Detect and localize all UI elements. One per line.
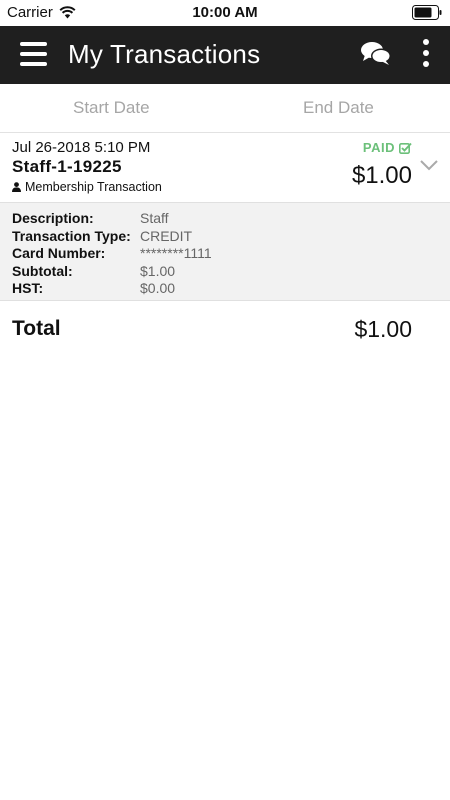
- detail-value: $1.00: [140, 262, 176, 279]
- chat-icon: [361, 42, 391, 65]
- transaction-id: Staff-1-19225: [12, 157, 122, 176]
- checkbox-checked-icon: [399, 142, 412, 154]
- detail-row-card-number: Card Number: ********1111: [12, 245, 432, 263]
- status-bar: Carrier 10:00 AM: [0, 0, 450, 26]
- start-date-field[interactable]: Start Date: [73, 98, 150, 118]
- detail-label: Description:: [12, 210, 94, 226]
- transaction-amount: $1.00: [351, 162, 412, 189]
- app-bar: My Transactions: [0, 26, 450, 84]
- total-amount: $1.00: [354, 316, 412, 342]
- transaction-details: Description: Staff Transaction Type: CRE…: [0, 202, 450, 301]
- status-label: PAID: [362, 140, 395, 155]
- more-options-button[interactable]: [419, 39, 433, 69]
- detail-value: Staff: [140, 210, 169, 226]
- menu-button[interactable]: [20, 42, 47, 66]
- transaction-date: Jul 26-2018 5:10 PM: [12, 139, 151, 156]
- detail-row-transaction-type: Transaction Type: CREDIT: [12, 228, 432, 246]
- more-vertical-icon-dot: [423, 61, 429, 67]
- page-title: My Transactions: [68, 39, 261, 69]
- detail-label: Transaction Type:: [12, 227, 131, 244]
- detail-label: Card Number:: [12, 245, 106, 261]
- detail-label: HST:: [12, 280, 44, 296]
- detail-row-description: Description: Staff: [12, 210, 432, 228]
- chevron-down-icon[interactable]: [419, 158, 439, 172]
- menu-icon: [20, 42, 47, 46]
- transaction-type: Membership Transaction: [12, 180, 162, 194]
- chat-button[interactable]: [360, 40, 392, 68]
- transaction-type-label: Membership Transaction: [25, 180, 162, 194]
- detail-value: $0.00: [140, 280, 176, 296]
- total-label: Total: [12, 317, 61, 340]
- menu-icon-line: [20, 52, 47, 56]
- detail-row-hst: HST: $0.00: [12, 280, 432, 298]
- status-time: 10:00 AM: [192, 4, 258, 21]
- total-row: Total $1.00: [0, 302, 450, 356]
- more-vertical-icon-dot: [423, 50, 429, 56]
- detail-label: Subtotal:: [12, 262, 73, 279]
- detail-row-subtotal: Subtotal: $1.00: [12, 263, 432, 281]
- more-vertical-icon: [423, 39, 429, 45]
- date-filter-bar: Start Date End Date: [0, 84, 450, 133]
- menu-icon-line: [20, 62, 47, 66]
- transaction-item[interactable]: Jul 26-2018 5:10 PM Staff-1-19225 Member…: [0, 133, 450, 202]
- detail-value: ********1111: [140, 245, 212, 261]
- end-date-field[interactable]: End Date: [303, 98, 374, 118]
- battery-icon: [412, 5, 442, 20]
- detail-value: CREDIT: [140, 227, 193, 244]
- user-icon: [12, 182, 21, 192]
- status-badge: PAID: [363, 140, 412, 155]
